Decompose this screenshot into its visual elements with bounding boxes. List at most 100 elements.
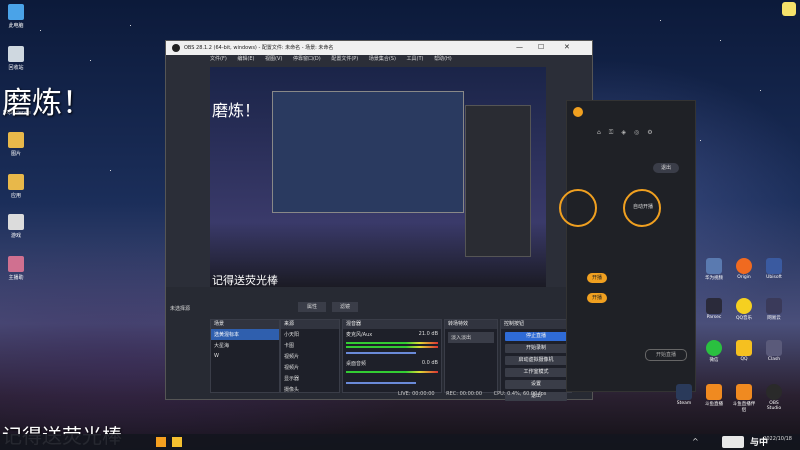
window-title: OBS 28.1.2 (64-bit, windows) - 配置文件: 未命名…	[184, 45, 334, 51]
scene-item[interactable]: 大星海	[211, 340, 279, 351]
desktop-icon-recycle-bin[interactable]: 回收站	[3, 46, 29, 71]
parsec-icon	[706, 298, 722, 314]
left-circle-button[interactable]	[559, 189, 597, 227]
mixer-channel-name: 桌面音频	[346, 361, 367, 367]
menu-file[interactable]: 文件(F)	[210, 55, 227, 62]
overlay-top-text: 磨炼！	[2, 86, 92, 121]
menu-view[interactable]: 视图(V)	[265, 55, 282, 62]
qq-music-icon	[736, 298, 752, 314]
qq-icon	[736, 340, 752, 356]
app-top-button[interactable]: 退出	[653, 163, 679, 173]
desktop-icon-qq[interactable]: QQ	[732, 340, 756, 362]
app-logo-icon	[573, 107, 583, 117]
obs-studio-icon	[766, 384, 782, 400]
scene-item[interactable]: W	[211, 351, 279, 361]
computer-icon	[8, 4, 24, 20]
mixer-channel-name: 麦克风/Aux	[346, 332, 373, 338]
start-button-2[interactable]: 开播	[587, 293, 607, 303]
cpu-status: CPU: 0.4%, 60.00 fps	[493, 391, 547, 397]
sources-dock-title: 来源	[281, 320, 339, 329]
stop-streaming-button[interactable]: 停止直播	[505, 332, 567, 341]
obs-dock-area: 未选择源 属性 滤镜 场景 选黄混标本 大星海 W 来源 小天阳 卡图 视频片 …	[166, 287, 592, 401]
nested-stream-app	[465, 105, 531, 257]
desktop-icon-origin[interactable]: Origin	[732, 258, 756, 280]
taskbar-clock[interactable]: 2022/10/18	[763, 436, 792, 442]
video-app-icon	[706, 258, 722, 274]
notification-icon[interactable]	[782, 2, 796, 16]
menu-profile[interactable]: 配置文件(P)	[331, 55, 358, 62]
source-item[interactable]: 视频片	[281, 351, 339, 362]
volume-meter	[346, 371, 438, 373]
source-item[interactable]: 显示器	[281, 373, 339, 384]
desktop-icon-douyu-assistant[interactable]: 斗鱼直播伴侣	[732, 384, 756, 413]
desktop-icon-qq-music[interactable]: QQ音乐	[732, 298, 756, 321]
toolbar-icons[interactable]: ⌂⚿◈◎⚙	[597, 129, 677, 136]
desktop-icon-obs[interactable]: OBS Studio	[762, 384, 786, 411]
obs-window[interactable]: OBS 28.1.2 (64-bit, windows) - 配置文件: 未命名…	[165, 40, 593, 401]
douyu-icon	[706, 384, 722, 400]
controls-dock: 控制按钮 停止直播 开始录制 启动虚拟摄像机 工作室模式 设置 退出	[500, 319, 572, 401]
scenes-dock-title: 场景	[211, 320, 279, 329]
menu-scene-collection[interactable]: 场景集合(S)	[369, 55, 396, 62]
menu-help[interactable]: 帮助(H)	[434, 55, 452, 62]
source-item[interactable]: 小天阳	[281, 329, 339, 340]
source-item[interactable]: 卡图	[281, 340, 339, 351]
desktop-icon-apps[interactable]: 应用	[3, 174, 29, 199]
studio-mode-button[interactable]: 工作室模式	[505, 368, 567, 377]
desktop-icon-douyu[interactable]: 斗鱼直播	[702, 384, 726, 407]
menu-edit[interactable]: 编辑(E)	[237, 55, 254, 62]
volume-meter	[346, 342, 438, 344]
close-icon[interactable]: ✕	[564, 43, 570, 51]
go-live-button[interactable]: 开始直播	[645, 349, 687, 361]
volume-slider[interactable]	[346, 382, 416, 384]
obs-titlebar[interactable]: OBS 28.1.2 (64-bit, windows) - 配置文件: 未命名…	[166, 41, 592, 55]
desktop-icon-video[interactable]: 华为视频	[702, 258, 726, 281]
scene-item[interactable]: 选黄混标本	[211, 329, 279, 340]
wechat-icon	[706, 340, 722, 356]
auto-start-label: 自动开播	[632, 204, 653, 210]
douyu-assistant-icon	[736, 384, 752, 400]
desktop-icon-pictures[interactable]: 图片	[3, 132, 29, 157]
origin-icon	[736, 258, 752, 274]
desktop-icon-wechat[interactable]: 微信	[702, 340, 726, 363]
auto-start-circle-button[interactable]: 自动开播	[623, 189, 661, 227]
netease-icon	[766, 298, 782, 314]
recycle-bin-icon	[8, 46, 24, 62]
minimize-icon[interactable]: —	[516, 43, 523, 51]
volume-slider[interactable]	[346, 352, 416, 354]
desktop-icon-clash[interactable]: Clash	[762, 340, 786, 362]
maximize-icon[interactable]: ☐	[538, 43, 544, 51]
desktop-icon-parsec[interactable]: Parsec	[702, 298, 726, 320]
transition-select[interactable]: 淡入淡出	[448, 332, 494, 343]
app-icon	[8, 256, 24, 272]
no-source-label: 未选择源	[170, 306, 191, 312]
taskbar-app-icon[interactable]	[156, 437, 166, 447]
live-status: LIVE: 00:00:00	[398, 391, 435, 397]
start-button-1[interactable]: 开播	[587, 273, 607, 283]
desktop-icon-assistant[interactable]: 主播助	[3, 256, 29, 281]
streaming-app-window[interactable]: ⌂⚿◈◎⚙ 退出 自动开播 开播 开播 开始直播	[559, 100, 696, 392]
source-item[interactable]: 视频片	[281, 362, 339, 373]
properties-button[interactable]: 属性	[298, 302, 326, 312]
input-method-icon[interactable]	[722, 436, 744, 448]
menu-tools[interactable]: 工具(T)	[407, 55, 424, 62]
desktop-icon-ubisoft[interactable]: Ubisoft	[762, 258, 786, 280]
start-recording-button[interactable]: 开始录制	[505, 344, 567, 353]
tray-chevron-icon[interactable]: ^	[692, 437, 702, 447]
clock-date: 2022/10/18	[763, 436, 792, 442]
start-virtual-camera-button[interactable]: 启动虚拟摄像机	[505, 356, 567, 365]
taskbar-app-icon[interactable]	[172, 437, 182, 447]
desktop-icon-this-pc[interactable]: 此电脑	[3, 4, 29, 29]
taskbar: ^ 与中 2022/10/18	[0, 434, 800, 450]
menu-docks[interactable]: 停靠窗口(D)	[293, 55, 321, 62]
file-icon	[8, 214, 24, 230]
desktop-icon-steam[interactable]: Steam	[672, 384, 696, 406]
desktop-icon-netease[interactable]: 网易云	[762, 298, 786, 321]
filters-button[interactable]: 滤镜	[332, 302, 358, 312]
steam-icon	[676, 384, 692, 400]
settings-button[interactable]: 设置	[505, 380, 567, 389]
desktop-icon-games[interactable]: 游戏	[3, 214, 29, 239]
obs-menubar: 文件(F) 编辑(E) 视图(V) 停靠窗口(D) 配置文件(P) 场景集合(S…	[166, 55, 592, 65]
obs-preview[interactable]: 磨炼！ 记得送荧光棒	[210, 67, 546, 289]
folder-icon	[8, 132, 24, 148]
